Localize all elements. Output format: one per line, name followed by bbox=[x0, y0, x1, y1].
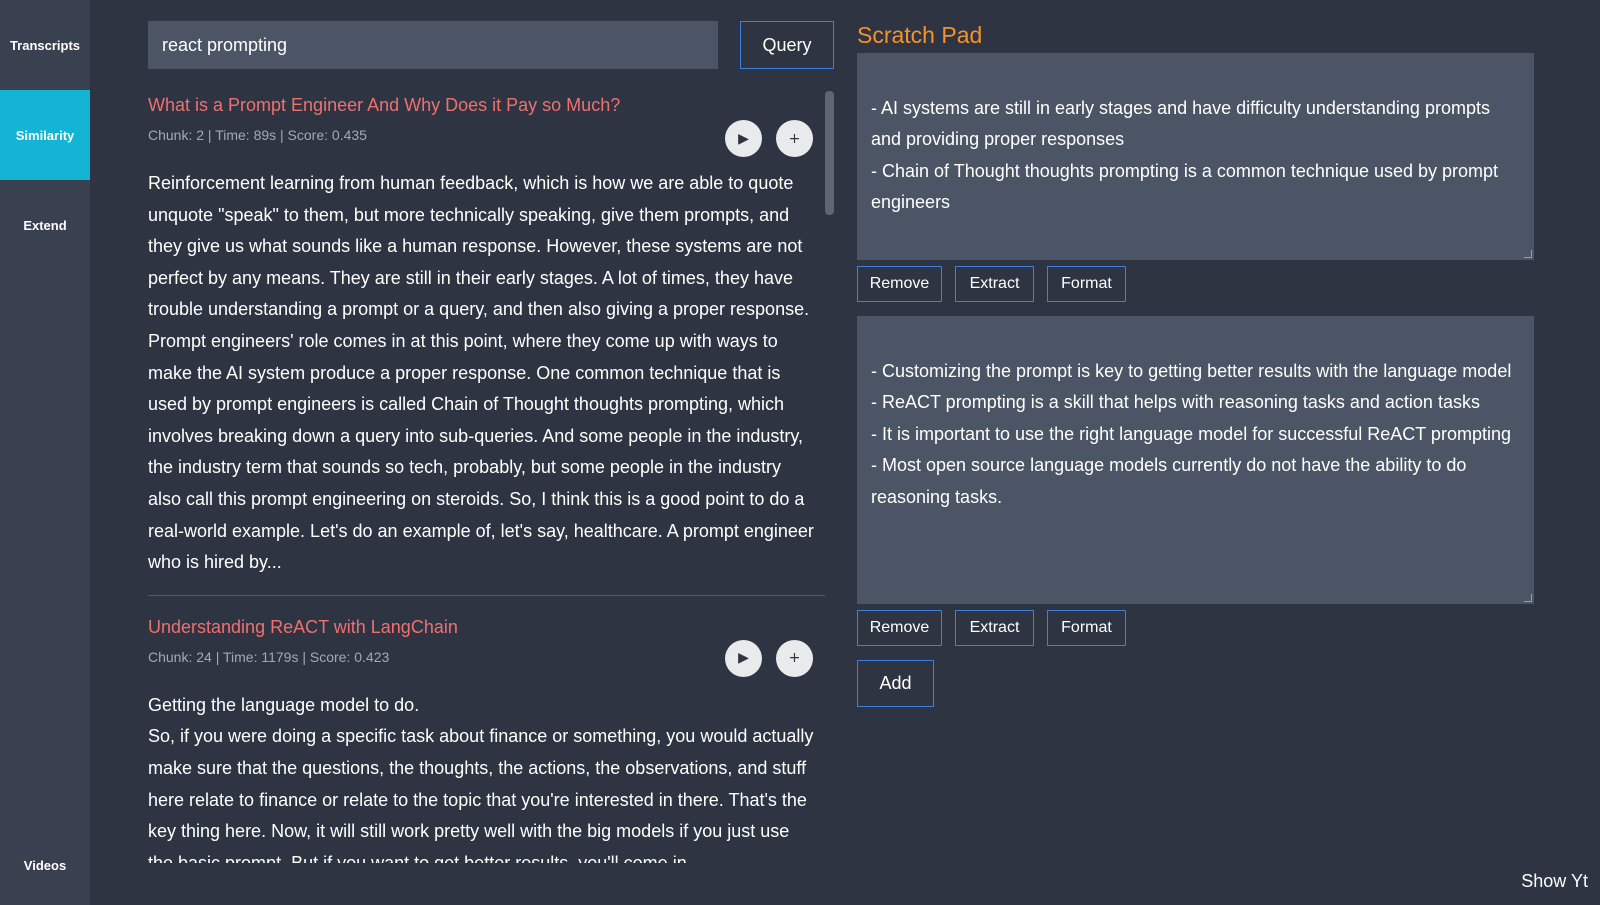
result-text: Getting the language model to do. So, if… bbox=[148, 694, 814, 863]
sidebar: Transcripts Similarity Extend Videos bbox=[0, 0, 90, 905]
nav-similarity[interactable]: Similarity bbox=[0, 90, 90, 180]
note-textarea[interactable]: - Customizing the prompt is key to getti… bbox=[857, 316, 1534, 604]
result-item: Understanding ReACT with LangChain Chunk… bbox=[148, 594, 825, 863]
play-button[interactable]: ▶ bbox=[725, 639, 762, 677]
result-title[interactable]: What is a Prompt Engineer And Why Does i… bbox=[148, 92, 825, 118]
result-meta: Chunk: 2 | Time: 89s | Score: 0.435 bbox=[148, 127, 367, 143]
note-textarea[interactable]: - AI systems are still in early stages a… bbox=[857, 53, 1534, 260]
add-to-scratchpad-button[interactable]: + bbox=[776, 120, 813, 157]
note-text: - Customizing the prompt is key to getti… bbox=[871, 360, 1512, 507]
plus-icon: + bbox=[788, 650, 801, 667]
add-note-button[interactable]: Add bbox=[857, 660, 934, 707]
play-icon: ▶ bbox=[738, 130, 749, 147]
nav-extend[interactable]: Extend bbox=[0, 180, 90, 270]
result-actions: ▶ + bbox=[725, 120, 813, 157]
nav-transcripts[interactable]: Transcripts bbox=[0, 0, 90, 90]
show-yt-toggle[interactable]: Show Yt bbox=[1521, 871, 1588, 892]
result-actions: ▶ + bbox=[725, 639, 813, 677]
result-title[interactable]: Understanding ReACT with LangChain bbox=[148, 614, 825, 640]
search-input[interactable] bbox=[148, 21, 718, 69]
play-icon: ▶ bbox=[738, 650, 749, 667]
remove-button[interactable]: Remove bbox=[857, 610, 942, 646]
format-button[interactable]: Format bbox=[1047, 610, 1126, 646]
extract-button[interactable]: Extract bbox=[955, 266, 1034, 302]
nav-videos[interactable]: Videos bbox=[0, 820, 90, 905]
scratch-pad-title: Scratch Pad bbox=[857, 22, 983, 48]
result-item: What is a Prompt Engineer And Why Does i… bbox=[148, 92, 825, 579]
result-meta: Chunk: 24 | Time: 1179s | Score: 0.423 bbox=[148, 648, 390, 665]
results-scrollbar[interactable] bbox=[825, 91, 834, 215]
remove-button[interactable]: Remove bbox=[857, 266, 942, 302]
play-button[interactable]: ▶ bbox=[725, 120, 762, 157]
note-text: - AI systems are still in early stages a… bbox=[871, 97, 1499, 213]
format-button[interactable]: Format bbox=[1047, 266, 1126, 302]
results-list[interactable]: What is a Prompt Engineer And Why Does i… bbox=[148, 90, 825, 863]
plus-icon: + bbox=[788, 130, 801, 147]
resize-handle[interactable] bbox=[1524, 594, 1532, 602]
result-text: Reinforcement learning from human feedba… bbox=[148, 173, 814, 573]
query-button[interactable]: Query bbox=[740, 21, 834, 69]
extract-button[interactable]: Extract bbox=[955, 610, 1034, 646]
resize-handle[interactable] bbox=[1524, 250, 1532, 258]
add-to-scratchpad-button[interactable]: + bbox=[776, 639, 813, 677]
